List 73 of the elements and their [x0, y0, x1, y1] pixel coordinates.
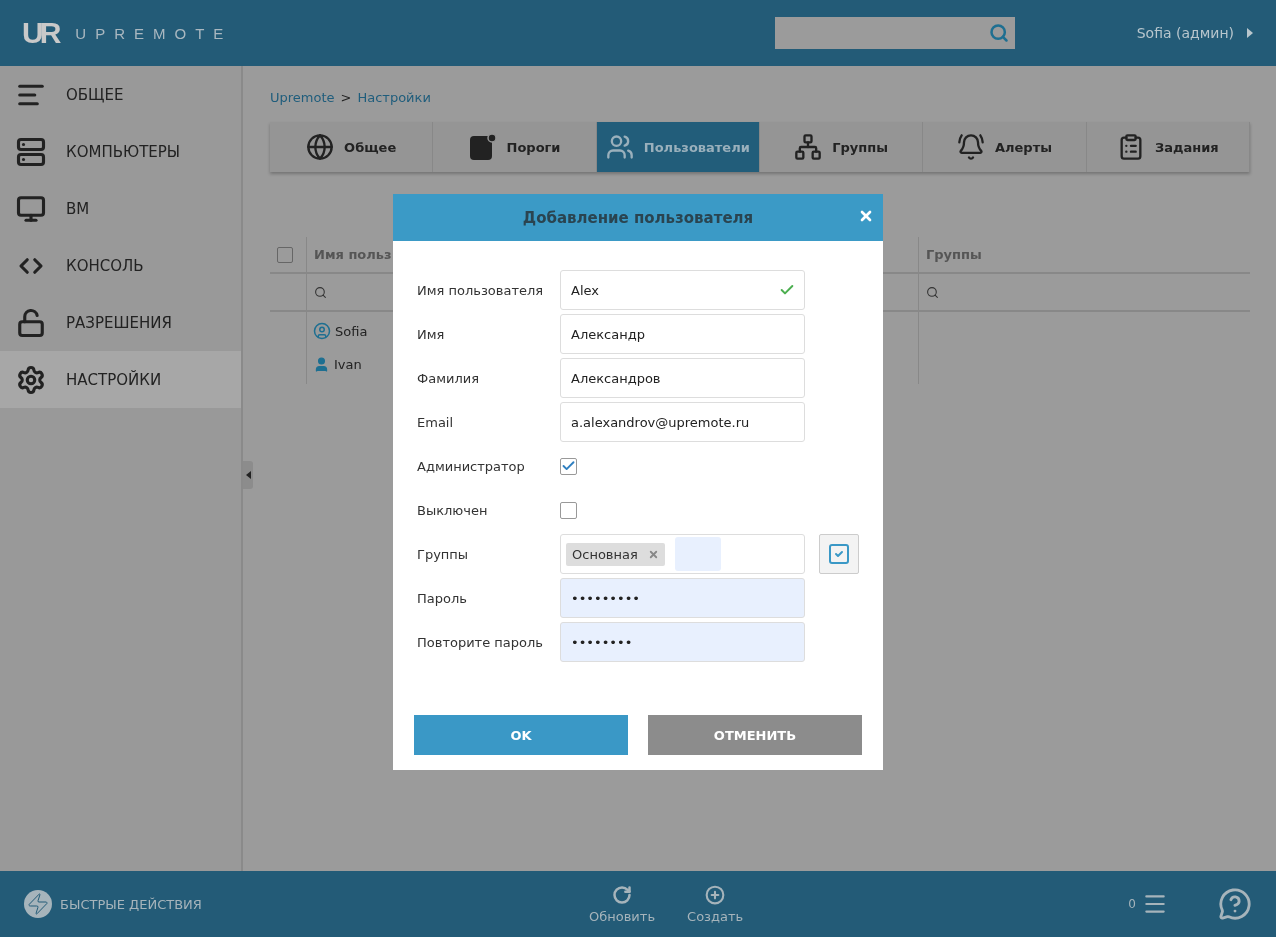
square-badge-icon — [468, 133, 497, 161]
tab[interactable]: Общее — [270, 122, 434, 172]
dialog-title: Добавление пользователя — [522, 208, 754, 227]
field-label: Фамилия — [417, 370, 480, 386]
logo-mark: UR — [22, 16, 58, 50]
search-icon[interactable] — [926, 285, 939, 299]
column-header: Имя польз — [314, 247, 392, 262]
tab[interactable]: Алерты — [923, 122, 1087, 172]
group-tag: Основная — [566, 542, 665, 566]
quick-actions-button[interactable]: БЫСТРЫЕ ДЕЙСТВИЯ — [60, 896, 202, 912]
field-label: Пароль — [417, 590, 468, 606]
footer-action[interactable]: Обновить — [589, 884, 656, 924]
lightning-icon[interactable] — [24, 890, 52, 918]
user-name: Sofia — [335, 323, 368, 339]
tags-field[interactable]: Основная — [560, 534, 805, 574]
globe-icon — [306, 133, 335, 161]
caret-icon[interactable] — [1246, 27, 1254, 39]
cancel-button[interactable]: ОТМЕНИТЬ — [648, 715, 862, 755]
user-menu[interactable]: Sofia (админ) — [1136, 25, 1234, 41]
circled-user-icon — [313, 322, 331, 340]
input-field[interactable]: Александров — [560, 358, 805, 398]
footer-action[interactable]: Создать — [687, 884, 744, 924]
field-label: Имя — [417, 326, 446, 342]
tab[interactable]: Пользователи — [596, 122, 760, 172]
search-icon[interactable] — [314, 285, 327, 299]
collapse-handle[interactable] — [243, 461, 253, 489]
sidebar-item[interactable]: РАЗРЕШЕНИЯ — [0, 294, 241, 351]
breadcrumb-separator: > — [340, 90, 352, 105]
breadcrumb-link[interactable]: Upremote — [270, 90, 335, 105]
bell-icon — [956, 133, 985, 161]
search-field[interactable] — [774, 17, 1015, 49]
checkbox[interactable] — [560, 457, 577, 475]
user-name: Ivan — [334, 357, 362, 372]
column-header: Группы — [926, 247, 982, 262]
checked-box-icon — [827, 542, 851, 566]
ok-button[interactable]: OK — [414, 715, 628, 755]
remove-icon[interactable] — [647, 548, 659, 560]
input-field[interactable]: Alex — [560, 270, 805, 310]
select-groups-button[interactable] — [819, 534, 859, 574]
close-icon[interactable] — [858, 208, 874, 224]
field-label: Повторите пароль — [417, 634, 544, 650]
user-icon — [313, 356, 330, 373]
tab[interactable]: Задания — [1086, 122, 1250, 172]
input-field[interactable]: ••••••••• — [560, 578, 805, 618]
field-label: Имя пользователя — [417, 282, 545, 298]
sidebar-item[interactable]: КОМПЬЮТЕРЫ — [0, 123, 241, 180]
monitor-icon — [16, 193, 46, 224]
settings-icon — [16, 364, 46, 395]
input-field[interactable]: •••••••• — [560, 622, 805, 662]
tab[interactable]: Пороги — [433, 122, 597, 172]
field-label: Email — [417, 414, 455, 430]
field-label: Администратор — [417, 458, 526, 474]
plus-icon — [705, 884, 726, 905]
sidebar-item[interactable]: НАСТРОЙКИ — [0, 351, 241, 408]
field-label: Выключен — [417, 502, 489, 518]
field-label: Группы — [417, 546, 470, 562]
refresh-icon — [612, 884, 633, 905]
sidebar-item[interactable]: ОБЩЕЕ — [0, 66, 241, 123]
help-icon[interactable] — [1218, 887, 1252, 921]
hierarchy-icon — [794, 133, 823, 161]
sidebar-item[interactable]: КОНСОЛЬ — [0, 237, 241, 294]
server-icon — [16, 136, 46, 167]
sidebar-item[interactable]: ВМ — [0, 180, 241, 237]
tab[interactable]: Группы — [760, 122, 924, 172]
users-icon — [605, 133, 634, 161]
input-field[interactable]: Александр — [560, 314, 805, 354]
unlocked-padlock-icon — [16, 307, 46, 338]
checkbox[interactable] — [560, 501, 577, 519]
queue-count: 0 — [1128, 897, 1136, 911]
logo-text: UPREMOTE — [75, 24, 233, 42]
search-icon[interactable] — [988, 23, 1009, 43]
select-all-checkbox[interactable] — [277, 246, 293, 263]
input-field[interactable]: a.alexandrov@upremote.ru — [560, 402, 805, 442]
